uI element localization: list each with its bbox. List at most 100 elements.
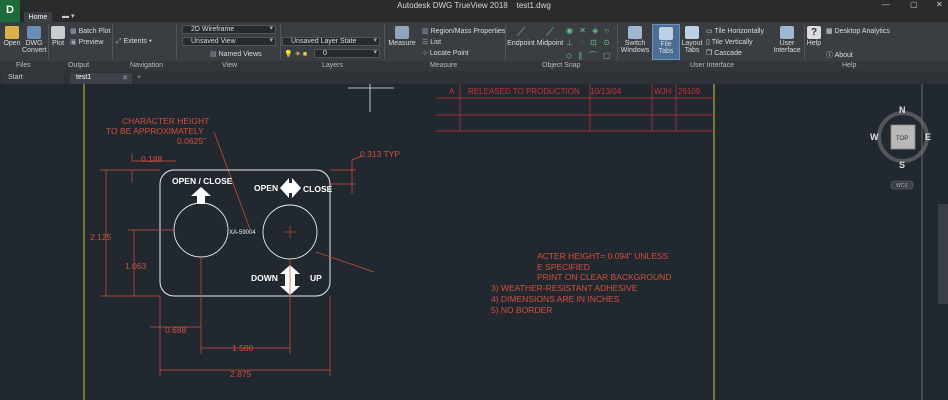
divider bbox=[384, 24, 385, 60]
divider bbox=[48, 24, 49, 60]
tile-vertical-icon: ▯ bbox=[706, 39, 710, 46]
batch-plot-button[interactable]: ▦ Batch Plot bbox=[70, 27, 111, 35]
tile-vertically-label: Tile Vertically bbox=[711, 39, 753, 46]
divider bbox=[804, 24, 805, 60]
part-number: XA-59004 bbox=[229, 230, 256, 236]
plot-label: Plot bbox=[51, 40, 65, 47]
snap-modes-row1[interactable]: ◉ ✕ ◈ ○ bbox=[566, 26, 611, 35]
app-logo[interactable]: D bbox=[0, 0, 20, 22]
title-bar: Autodesk DWG TrueView 2018 test1.dwg — ▢… bbox=[0, 0, 948, 12]
help-button[interactable]: ? Help bbox=[806, 26, 822, 47]
about-icon: ⓘ bbox=[826, 52, 833, 59]
ruler-icon bbox=[395, 26, 409, 39]
switch-windows-label-2: Windows bbox=[620, 47, 650, 54]
layer-select[interactable]: 0 bbox=[314, 49, 380, 58]
snap-modes-row2[interactable]: ⊥ ◌ ⊡ ⊙ bbox=[566, 38, 612, 47]
viewcube-top-label: TOP bbox=[896, 136, 908, 142]
preview-button[interactable]: ▣ Preview bbox=[70, 38, 103, 46]
midpoint-button[interactable]: ⟋ Midpoint bbox=[536, 26, 564, 48]
help-label: Help bbox=[806, 40, 822, 47]
minimize-icon[interactable]: — bbox=[882, 0, 890, 9]
endpoint-label: Endpoint bbox=[507, 40, 535, 47]
label-up: UP bbox=[310, 273, 322, 283]
tile-horizontally-button[interactable]: ▭ Tile Horizontally bbox=[706, 27, 764, 35]
plot-button[interactable]: Plot bbox=[50, 26, 66, 47]
panel-layers-label: Layers bbox=[322, 62, 344, 69]
compass-w[interactable]: W bbox=[870, 132, 879, 142]
label-open-close: OPEN / CLOSE bbox=[172, 176, 233, 186]
saved-view-select[interactable]: Unsaved View bbox=[182, 37, 276, 46]
label-down: DOWN bbox=[251, 273, 278, 283]
list-label: List bbox=[430, 39, 442, 46]
preview-icon: ▣ bbox=[70, 39, 77, 46]
measure-button[interactable]: Measure bbox=[386, 26, 418, 47]
cascade-icon: ❐ bbox=[706, 50, 713, 57]
windows-icon bbox=[628, 26, 642, 39]
close-icon[interactable]: ✕ bbox=[936, 0, 943, 9]
region-mass-button[interactable]: ▥ Region/Mass Properties bbox=[422, 27, 505, 35]
named-views-button[interactable]: ▤ Named Views bbox=[210, 50, 262, 58]
about-button[interactable]: ⓘ About bbox=[826, 50, 853, 60]
note-item-1: ACTER HEIGHT= 0.094" UNLESS bbox=[537, 251, 669, 261]
tab-test1-label: test1 bbox=[76, 74, 92, 81]
divider bbox=[112, 24, 113, 60]
compass-n[interactable]: N bbox=[899, 105, 906, 115]
file-tabs-label: File Tabs bbox=[658, 41, 674, 55]
extents-button[interactable]: ⤢ Extents ▾ bbox=[116, 38, 152, 46]
printer-icon bbox=[51, 26, 65, 39]
region-mass-icon: ▥ bbox=[422, 28, 429, 35]
switch-windows-button[interactable]: Switch Windows bbox=[619, 26, 651, 54]
dim-1063: 1.063 bbox=[125, 261, 147, 271]
visual-style-select[interactable]: 2D Wireframe bbox=[182, 25, 276, 34]
user-interface-icon bbox=[780, 26, 794, 39]
preview-label: Preview bbox=[78, 39, 104, 46]
dim-2875: 2.875 bbox=[230, 369, 252, 379]
dim-2125: 2.125 bbox=[90, 232, 112, 242]
dwg-convert-button[interactable]: DWG Convert bbox=[22, 26, 47, 54]
named-views-label: Named Views bbox=[218, 51, 262, 58]
compass-e[interactable]: E bbox=[925, 132, 931, 142]
list-button[interactable]: ☰ List bbox=[422, 38, 441, 46]
desktop-analytics-button[interactable]: ▦ Desktop Analytics bbox=[826, 27, 890, 35]
desktop-analytics-label: Desktop Analytics bbox=[834, 28, 890, 35]
open-label: Open bbox=[3, 40, 21, 47]
locate-point-label: Locate Point bbox=[429, 50, 469, 57]
layout-tabs-label-1: Layout bbox=[681, 40, 703, 47]
panel-help-label: Help bbox=[842, 62, 857, 69]
divider bbox=[280, 24, 281, 60]
user-interface-button[interactable]: User Interface bbox=[773, 26, 801, 54]
switch-windows-label-1: Switch bbox=[624, 40, 646, 47]
file-tabs-button[interactable]: File Tabs bbox=[652, 24, 680, 60]
maximize-icon[interactable]: ▢ bbox=[910, 0, 918, 9]
tab-test1[interactable]: test1 ✕ bbox=[70, 73, 132, 84]
tile-vertically-button[interactable]: ▯ Tile Vertically bbox=[706, 38, 753, 46]
cascade-button[interactable]: ❐ Cascade bbox=[706, 49, 742, 57]
dim-0188: 0.188 bbox=[141, 154, 163, 164]
layer-state-select[interactable]: Unsaved Layer State bbox=[282, 37, 380, 46]
panel-view-label: View bbox=[222, 62, 238, 69]
rev-description: RELEASED TO PRODUCTION bbox=[468, 87, 580, 96]
locate-point-icon: ⊹ bbox=[422, 50, 428, 57]
tab-close-icon[interactable]: ✕ bbox=[122, 74, 128, 82]
rev-number: 29109 bbox=[678, 87, 701, 96]
layout-tabs-button[interactable]: Layout Tabs bbox=[680, 26, 704, 54]
convert-icon bbox=[27, 26, 41, 39]
analytics-icon: ▦ bbox=[826, 28, 833, 35]
arrow-up-icon bbox=[191, 187, 211, 204]
open-button[interactable]: Open bbox=[2, 26, 22, 47]
list-icon: ☰ bbox=[422, 39, 429, 46]
user-interface-label-2: Interface bbox=[773, 47, 801, 54]
tab-start[interactable]: Start bbox=[2, 73, 64, 84]
label-open: OPEN bbox=[254, 183, 278, 193]
vertical-scrollbar[interactable] bbox=[938, 204, 948, 304]
compass-s[interactable]: S bbox=[899, 160, 905, 170]
qat-dropdown-icon[interactable]: ▬ ▾ bbox=[62, 12, 74, 20]
drawing-canvas[interactable]: A RELEASED TO PRODUCTION 10/13/04 WJH 29… bbox=[0, 84, 948, 400]
snap-modes-row3[interactable]: ◇ ∥ ⌒ ▢ bbox=[566, 50, 612, 61]
user-interface-label-1: User bbox=[779, 40, 795, 47]
new-tab-icon[interactable]: + bbox=[134, 73, 146, 84]
note-line-2: TO BE APPROXIMATELY bbox=[106, 126, 204, 136]
endpoint-button[interactable]: ⟋ Endpoint bbox=[507, 26, 535, 48]
locate-point-button[interactable]: ⊹ Locate Point bbox=[422, 49, 469, 57]
note-item-4: 3) WEATHER-RESISTANT ADHESIVE bbox=[491, 283, 638, 293]
